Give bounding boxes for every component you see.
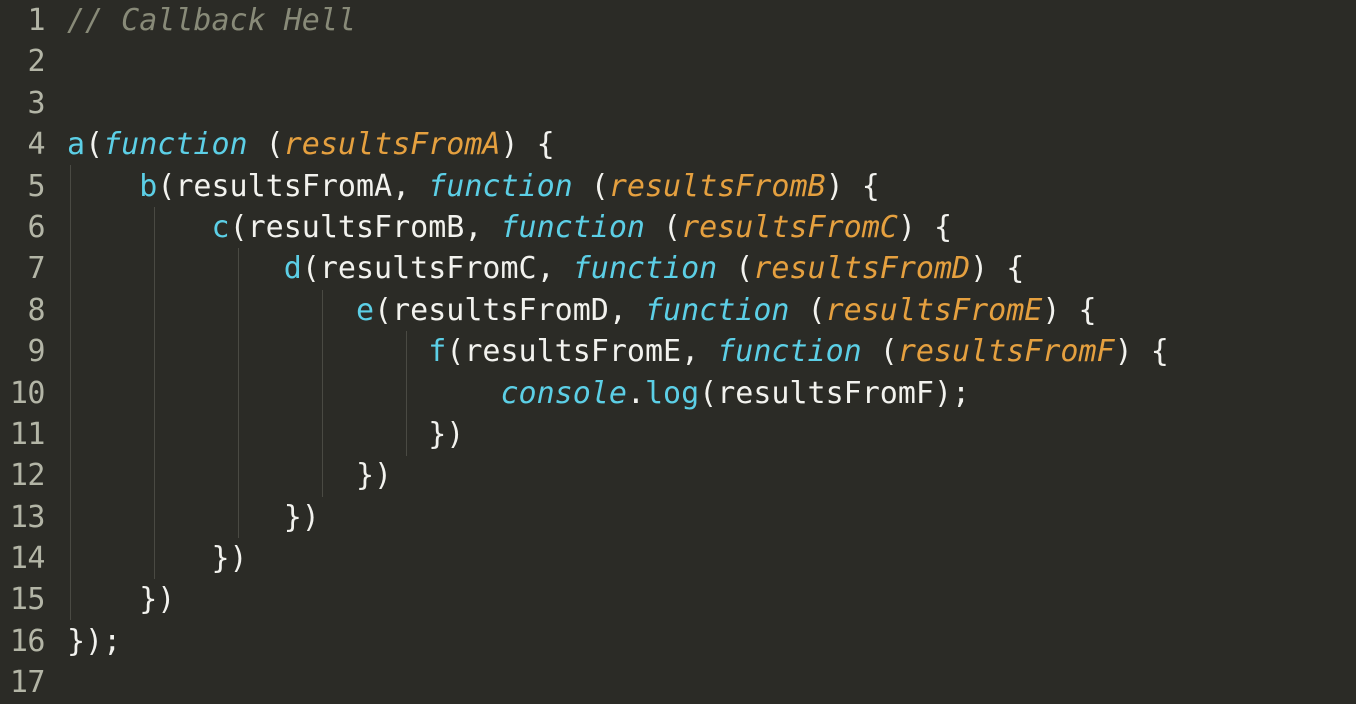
code-token-plain: ) { [825,168,880,204]
code-line[interactable]: }) [67,414,1356,455]
code-token-plain: }); [67,623,122,659]
code-token-plain: (resultsFromA, [157,168,429,204]
code-token-fn: d [283,251,302,287]
code-line[interactable]: // Callback Hell [67,0,1356,41]
line-number: 11 [9,416,46,452]
code-token-plain: ) { [1042,292,1097,328]
code-token-plain: ( [789,292,826,328]
code-token-plain: ( [572,168,609,204]
line-number: 8 [27,292,45,328]
line-number: 16 [9,623,46,659]
code-line[interactable]: f(resultsFromE, function (resultsFromF) … [67,331,1356,372]
code-token-plain: }) [355,458,393,494]
code-token-plain: ) { [897,209,953,245]
code-token-plain: (resultsFromE, [446,334,718,370]
code-line[interactable]: b(resultsFromA, function (resultsFromB) … [67,166,1356,207]
code-token-plain: }) [211,541,248,577]
line-number-gutter: 1 2 3 4 5 6 7 8 9 10 11 12 13 14 15 16 17 [0,0,47,704]
code-token-plain: }) [283,499,320,535]
code-line[interactable]: }) [67,497,1356,538]
code-token-plain: ( [861,334,898,370]
code-token-plain: (resultsFromB, [229,209,501,245]
line-number: 6 [27,209,45,245]
line-number: 12 [9,458,46,494]
code-token-plain: ( [645,209,682,245]
code-line[interactable] [67,83,1356,124]
line-number: 13 [9,499,46,535]
code-token-keyword: function [644,292,790,328]
code-token-param: resultsFromB [608,168,826,204]
code-token-plain: ( [717,251,754,287]
code-line[interactable]: }) [67,455,1356,496]
code-token-fn: a [67,127,86,163]
code-editor[interactable]: 1 2 3 4 5 6 7 8 9 10 11 12 13 14 15 16 17 // Callback He… [0,0,1356,704]
code-token-plain: ) { [1114,334,1169,370]
line-number: 2 [27,44,45,80]
code-line[interactable] [67,662,1356,703]
code-content[interactable]: // Callback Hell a(function (resultsFrom… [67,0,1356,704]
line-number: 15 [9,582,46,618]
code-token-param: resultsFromF [897,334,1115,370]
line-number: 4 [27,127,45,163]
code-token-keyword: function [103,127,248,163]
code-token-plain: }) [428,416,465,452]
code-line[interactable]: }); [67,621,1356,662]
code-line[interactable]: e(resultsFromD, function (resultsFromE) … [67,290,1356,331]
code-token-keyword: function [572,251,718,287]
code-token-plain: (resultsFromD, [374,292,645,328]
code-token-obj: console [500,375,627,411]
code-token-plain: (resultsFromF); [699,375,971,411]
code-token-param: resultsFromD [753,251,971,287]
code-token-keyword: function [717,334,862,370]
code-line[interactable]: d(resultsFromC, function (resultsFromD) … [67,248,1356,289]
code-token-plain: ( [85,127,104,163]
code-token-fn: e [355,292,375,328]
code-token-param: resultsFromE [825,292,1043,328]
line-number: 9 [27,334,45,370]
code-token-param: resultsFromC [681,209,898,245]
code-token-plain: . [626,375,645,411]
code-line[interactable]: a(function (resultsFromA) { [67,124,1356,165]
code-token-fn: b [139,168,158,204]
code-token-fn: c [211,209,230,245]
code-line[interactable]: c(resultsFromB, function (resultsFromC) … [67,207,1356,248]
code-token-keyword: function [500,209,646,245]
code-line[interactable]: }) [67,579,1356,620]
line-number: 3 [27,85,45,121]
code-token-fn: log [644,375,700,411]
code-token-fn: f [428,334,447,370]
line-number: 17 [9,665,46,701]
code-token-plain: }) [139,582,176,618]
code-line[interactable]: console.log(resultsFromF); [67,373,1356,414]
code-token-plain: ( [247,127,284,163]
line-number: 7 [27,251,45,287]
code-token-keyword: function [428,168,573,204]
line-number: 14 [9,541,46,577]
line-number: 1 [27,3,45,38]
code-line[interactable]: }) [67,538,1356,579]
code-token-param: resultsFromA [283,127,501,163]
line-number: 10 [9,375,46,411]
code-line[interactable] [67,41,1356,82]
line-number: 5 [27,168,45,204]
code-token-plain: ) { [970,251,1025,287]
code-token-comment: // Callback Hell [67,3,356,38]
code-token-plain: ) { [500,127,555,163]
code-token-plain: (resultsFromC, [301,251,573,287]
